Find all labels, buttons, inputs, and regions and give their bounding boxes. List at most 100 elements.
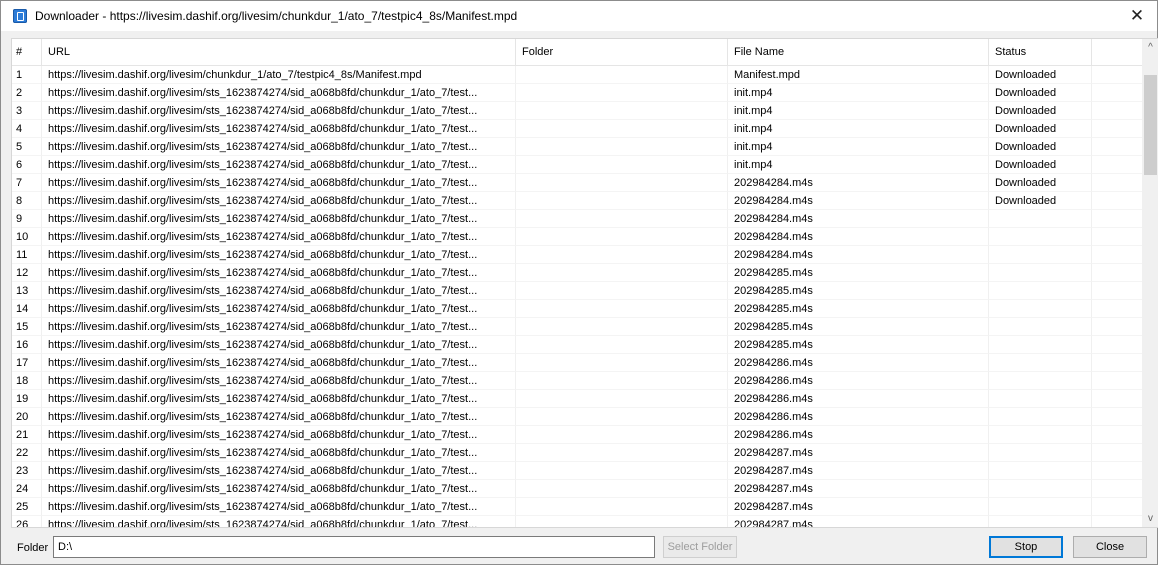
cell-filler: [1092, 174, 1142, 192]
scrollbar-thumb[interactable]: [1144, 75, 1157, 175]
table-row[interactable]: 11 https://livesim.dashif.org/livesim/sts…: [12, 246, 1142, 264]
folder-path-input[interactable]: [53, 536, 655, 558]
cell-file-name: 202984287.m4s: [728, 516, 989, 527]
cell-status: [989, 408, 1092, 426]
cell-file-name: 202984286.m4s: [728, 390, 989, 408]
cell-file-name: 202984284.m4s: [728, 174, 989, 192]
cell-folder: [516, 372, 728, 390]
cell-url: https://livesim.dashif.org/livesim/sts_1…: [42, 408, 516, 426]
cell-number: 20: [12, 408, 42, 426]
cell-number: 14: [12, 300, 42, 318]
column-header-number[interactable]: #: [12, 39, 42, 65]
cell-status: Downloaded: [989, 192, 1092, 210]
cell-status: [989, 336, 1092, 354]
cell-file-name: 202984286.m4s: [728, 426, 989, 444]
cell-status: [989, 210, 1092, 228]
cell-status: Downloaded: [989, 174, 1092, 192]
cell-filler: [1092, 462, 1142, 480]
table-row[interactable]: 1 https://livesim.dashif.org/livesim/chun…: [12, 66, 1142, 84]
table-row[interactable]: 6 https://livesim.dashif.org/livesim/sts_…: [12, 156, 1142, 174]
table-row[interactable]: 18 https://livesim.dashif.org/livesim/sts…: [12, 372, 1142, 390]
table-row[interactable]: 25 https://livesim.dashif.org/livesim/sts…: [12, 498, 1142, 516]
cell-folder: [516, 66, 728, 84]
table-row[interactable]: 22 https://livesim.dashif.org/livesim/sts…: [12, 444, 1142, 462]
cell-filler: [1092, 498, 1142, 516]
cell-url: https://livesim.dashif.org/livesim/sts_1…: [42, 372, 516, 390]
cell-number: 21: [12, 426, 42, 444]
cell-status: [989, 282, 1092, 300]
table-row[interactable]: 12 https://livesim.dashif.org/livesim/sts…: [12, 264, 1142, 282]
cell-number: 23: [12, 462, 42, 480]
cell-url: https://livesim.dashif.org/livesim/sts_1…: [42, 282, 516, 300]
cell-filler: [1092, 138, 1142, 156]
cell-folder: [516, 246, 728, 264]
table-row[interactable]: 16 https://livesim.dashif.org/livesim/sts…: [12, 336, 1142, 354]
cell-filler: [1092, 426, 1142, 444]
column-header-url[interactable]: URL: [42, 39, 516, 65]
cell-url: https://livesim.dashif.org/livesim/sts_1…: [42, 444, 516, 462]
cell-url: https://livesim.dashif.org/livesim/sts_1…: [42, 192, 516, 210]
cell-url: https://livesim.dashif.org/livesim/sts_1…: [42, 498, 516, 516]
cell-url: https://livesim.dashif.org/livesim/sts_1…: [42, 354, 516, 372]
window-close-button[interactable]: ✕: [1117, 1, 1157, 31]
column-header-folder[interactable]: Folder: [516, 39, 728, 65]
cell-folder: [516, 480, 728, 498]
table-row[interactable]: 17 https://livesim.dashif.org/livesim/sts…: [12, 354, 1142, 372]
cell-filler: [1092, 120, 1142, 138]
table-row[interactable]: 3 https://livesim.dashif.org/livesim/sts_…: [12, 102, 1142, 120]
cell-folder: [516, 120, 728, 138]
cell-number: 8: [12, 192, 42, 210]
cell-url: https://livesim.dashif.org/livesim/sts_1…: [42, 246, 516, 264]
table-row[interactable]: 10 https://livesim.dashif.org/livesim/sts…: [12, 228, 1142, 246]
cell-status: [989, 516, 1092, 527]
cell-filler: [1092, 210, 1142, 228]
cell-filler: [1092, 372, 1142, 390]
table-row[interactable]: 23 https://livesim.dashif.org/livesim/sts…: [12, 462, 1142, 480]
scroll-down-arrow-icon[interactable]: v: [1142, 510, 1158, 527]
table-row[interactable]: 7 https://livesim.dashif.org/livesim/sts_…: [12, 174, 1142, 192]
cell-url: https://livesim.dashif.org/livesim/sts_1…: [42, 462, 516, 480]
cell-number: 3: [12, 102, 42, 120]
cell-number: 16: [12, 336, 42, 354]
cell-folder: [516, 408, 728, 426]
table-row[interactable]: 8 https://livesim.dashif.org/livesim/sts_…: [12, 192, 1142, 210]
select-folder-button[interactable]: Select Folder: [663, 536, 737, 558]
table-row[interactable]: 14 https://livesim.dashif.org/livesim/sts…: [12, 300, 1142, 318]
stop-button[interactable]: Stop: [989, 536, 1063, 558]
cell-filler: [1092, 300, 1142, 318]
table-row[interactable]: 20 https://livesim.dashif.org/livesim/sts…: [12, 408, 1142, 426]
table-row[interactable]: 24 https://livesim.dashif.org/livesim/sts…: [12, 480, 1142, 498]
cell-status: [989, 462, 1092, 480]
cell-status: [989, 354, 1092, 372]
cell-filler: [1092, 84, 1142, 102]
table-row[interactable]: 4 https://livesim.dashif.org/livesim/sts_…: [12, 120, 1142, 138]
cell-url: https://livesim.dashif.org/livesim/sts_1…: [42, 300, 516, 318]
table-row[interactable]: 5 https://livesim.dashif.org/livesim/sts_…: [12, 138, 1142, 156]
table-row[interactable]: 19 https://livesim.dashif.org/livesim/sts…: [12, 390, 1142, 408]
cell-folder: [516, 102, 728, 120]
cell-status: [989, 498, 1092, 516]
cell-url: https://livesim.dashif.org/livesim/sts_1…: [42, 390, 516, 408]
cell-filler: [1092, 408, 1142, 426]
scroll-up-arrow-icon[interactable]: ^: [1142, 39, 1158, 56]
cell-folder: [516, 444, 728, 462]
cell-url: https://livesim.dashif.org/livesim/sts_1…: [42, 480, 516, 498]
table-row[interactable]: 26 https://livesim.dashif.org/livesim/sts…: [12, 516, 1142, 527]
cell-filler: [1092, 318, 1142, 336]
close-icon: ✕: [1129, 6, 1145, 25]
download-list[interactable]: # URL Folder File Name Status 1 https://l…: [11, 38, 1158, 528]
table-row[interactable]: 15 https://livesim.dashif.org/livesim/sts…: [12, 318, 1142, 336]
vertical-scrollbar[interactable]: ^ v: [1142, 39, 1158, 527]
cell-folder: [516, 498, 728, 516]
cell-file-name: 202984284.m4s: [728, 192, 989, 210]
column-header-file-name[interactable]: File Name: [728, 39, 989, 65]
table-row[interactable]: 9 https://livesim.dashif.org/livesim/sts_…: [12, 210, 1142, 228]
close-button[interactable]: Close: [1073, 536, 1147, 558]
table-row[interactable]: 2 https://livesim.dashif.org/livesim/sts_…: [12, 84, 1142, 102]
cell-status: Downloaded: [989, 102, 1092, 120]
cell-folder: [516, 390, 728, 408]
column-header-status[interactable]: Status: [989, 39, 1092, 65]
cell-number: 4: [12, 120, 42, 138]
table-row[interactable]: 13 https://livesim.dashif.org/livesim/sts…: [12, 282, 1142, 300]
table-row[interactable]: 21 https://livesim.dashif.org/livesim/sts…: [12, 426, 1142, 444]
